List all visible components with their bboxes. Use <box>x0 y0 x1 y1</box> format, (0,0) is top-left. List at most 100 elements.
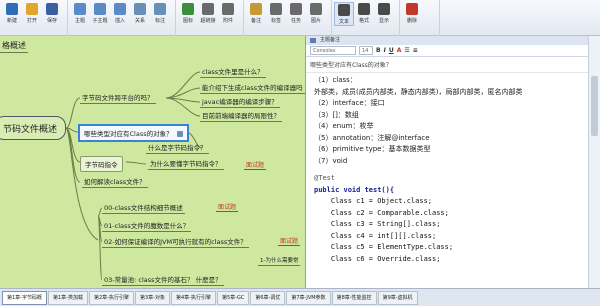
note-line: 外部类，成员(成员内部类，静态内部类)，局部内部类，匿名内部类 <box>314 87 523 96</box>
topic-2-selected[interactable]: 哪些类型对应有Class的对象？ <box>78 124 189 142</box>
sheet-tab[interactable]: 第1章-类加载 <box>48 290 88 305</box>
sheet-tab[interactable]: 第9章-虚拟机 <box>377 290 418 305</box>
font-family-select[interactable]: Consolas <box>310 46 356 55</box>
topic-1[interactable]: 字节码文件跨平台的吗？ <box>80 92 156 104</box>
relation-button[interactable]: 关系 <box>130 2 150 26</box>
lower-item-2[interactable]: 01-class文件的魔数是什么？ <box>102 220 192 232</box>
font-size-select[interactable]: 14 <box>359 46 373 55</box>
left-title[interactable]: 格概述 <box>0 40 28 53</box>
lower-item-1[interactable]: 00-class文件结构细节概述 <box>102 202 185 214</box>
notes-toolbar: Consolas 14 B I U A ☰ ≡ <box>306 45 588 57</box>
scrollbar-thumb[interactable] <box>591 76 598 136</box>
text-button[interactable]: 文本 <box>334 2 354 26</box>
topic-1-child-4[interactable]: 目前前端编译器的局限性？ <box>200 110 282 122</box>
sheet-tab[interactable]: 第4章-执行引擎 <box>171 290 216 305</box>
topic-1-child-2[interactable]: 能介绍下生成class文件的编译器吗 <box>200 82 305 94</box>
ribbon-group: 主题 子主题 插入 关系 标注 <box>68 0 176 36</box>
insert-button[interactable]: 插入 <box>110 2 130 26</box>
sheet-tab[interactable]: 第5章-GC <box>217 290 250 305</box>
ribbon-button-label: 关系 <box>134 18 145 24</box>
ribbon-group: 图标 超链接 附件 <box>176 0 244 36</box>
code-line: public void test(){ <box>314 185 395 194</box>
open-button[interactable]: 打开 <box>22 2 42 26</box>
attach-button[interactable]: 附件 <box>218 2 238 26</box>
link-icon <box>202 3 214 15</box>
align-button[interactable]: ≡ <box>413 47 418 54</box>
root-topic[interactable]: 节码文件概述 <box>0 116 66 140</box>
show-button[interactable]: 显示 <box>374 2 394 26</box>
icon-button[interactable]: 图标 <box>178 2 198 26</box>
topic-3[interactable]: 字节码指令 <box>80 156 123 172</box>
tag-button[interactable]: 标签 <box>266 2 286 26</box>
code-line: Class c6 = Override.class; <box>314 254 441 263</box>
task-button[interactable]: 任务 <box>286 2 306 26</box>
new-icon <box>6 3 18 15</box>
ribbon-button-label: 文本 <box>338 19 349 25</box>
note-button[interactable]: 备注 <box>246 2 266 26</box>
topic-2-label: 哪些类型对应有Class的对象？ <box>84 130 173 138</box>
underline-button[interactable]: U <box>389 47 394 54</box>
icon-icon <box>182 3 194 15</box>
sheet-tab[interactable]: 第8章-性能监控 <box>331 290 377 305</box>
ribbon-button-label: 主题 <box>74 18 85 24</box>
callout-icon <box>154 3 166 15</box>
save-icon <box>46 3 58 15</box>
font-color-button[interactable]: A <box>397 47 402 54</box>
code-line: Class c3 = String[].class; <box>314 220 441 228</box>
topic-icon <box>74 3 86 15</box>
code-line: Class c1 = Object.class; <box>314 197 433 205</box>
topic-4[interactable]: 如何解读class文件？ <box>82 176 148 188</box>
note-marker-icon[interactable] <box>176 131 183 137</box>
image-button[interactable]: 图片 <box>306 2 326 26</box>
lower-tag-2: 面试题 <box>278 238 301 246</box>
mindmap-canvas[interactable]: 格概述 节码文件概述 字节码文件跨平台的吗？ class文件里是什么？ 能介绍下… <box>0 36 305 288</box>
italic-button[interactable]: I <box>384 47 386 54</box>
insert-icon <box>114 3 126 15</box>
bold-button[interactable]: B <box>376 47 381 54</box>
ribbon-button-label: 备注 <box>250 18 261 24</box>
bottom-side-topic[interactable]: 1-为什么需要常 <box>258 256 301 266</box>
topic-3-child[interactable]: 为什么要懂字节码指令？ <box>148 158 224 170</box>
ribbon-button-label: 标签 <box>270 18 281 24</box>
note-heading: 哪些类型对应有Class的对象？ <box>306 57 588 73</box>
open-icon <box>26 3 38 15</box>
show-icon <box>378 3 390 15</box>
topic-1-child-3[interactable]: javac编译器的编译步骤？ <box>200 96 280 108</box>
subtopic-button[interactable]: 子主题 <box>90 2 110 26</box>
ribbon-group: 新建 打开 保存 <box>0 0 68 36</box>
bottom-topic[interactable]: 03-常量池: class文件的基石？ 什麽是？ <box>102 274 224 286</box>
note-line: （7）void <box>314 156 348 165</box>
text-icon <box>338 4 350 16</box>
note-content[interactable]: （1）class： 外部类，成员(成员内部类，静态内部类)，局部内部类，匿名内部… <box>306 73 588 267</box>
delete-button[interactable]: 删除 <box>402 2 422 26</box>
sheet-tab-bar: 第1章-字节码概 第1章-类加载 第2章-执行引擎 第3章-对象 第4章-执行引擎 第5章… <box>0 288 600 306</box>
callout-button[interactable]: 标注 <box>150 2 170 26</box>
subtopic-icon <box>94 3 106 15</box>
interview-tag: 面试题 <box>244 162 267 170</box>
sheet-tab[interactable]: 第6章-调优 <box>250 290 286 305</box>
format-icon <box>358 3 370 15</box>
vertical-scrollbar[interactable] <box>588 36 600 288</box>
ribbon-button-label: 显示 <box>378 18 389 24</box>
note-line: （6）primitive type：基本数据类型 <box>314 145 431 153</box>
lower-item-3[interactable]: 02-如何保证编译的JVM可执行就有的class文件？ <box>102 236 249 248</box>
topic-1-child-1[interactable]: class文件里是什么？ <box>200 66 266 78</box>
ribbon-button-label: 图片 <box>310 18 321 24</box>
task-icon <box>290 3 302 15</box>
format-button[interactable]: 格式 <box>354 2 374 26</box>
topic-button[interactable]: 主题 <box>70 2 90 26</box>
bullet-list-button[interactable]: ☰ <box>404 47 409 54</box>
save-button[interactable]: 保存 <box>42 2 62 26</box>
sheet-tab[interactable]: 第1章-字节码概 <box>2 290 47 305</box>
code-line: Class c5 = ElementType.class; <box>314 243 454 251</box>
link-button[interactable]: 超链接 <box>198 2 218 26</box>
sheet-tab[interactable]: 第7章-JVM参数 <box>286 290 331 305</box>
new-button[interactable]: 新建 <box>2 2 22 26</box>
ribbon-button-label: 新建 <box>6 18 17 24</box>
note-line: （3）[]：数组 <box>314 110 359 119</box>
ribbon-button-label: 打开 <box>26 18 37 24</box>
topic-2-child[interactable]: 什么是字节码指令？ <box>146 142 209 154</box>
sheet-tab[interactable]: 第3章-对象 <box>135 290 170 305</box>
sheet-tab[interactable]: 第2章-执行引擎 <box>89 290 134 305</box>
notes-panel: 主题备注 Consolas 14 B I U A ☰ ≡ 哪些类型对应有Clas… <box>305 36 588 288</box>
